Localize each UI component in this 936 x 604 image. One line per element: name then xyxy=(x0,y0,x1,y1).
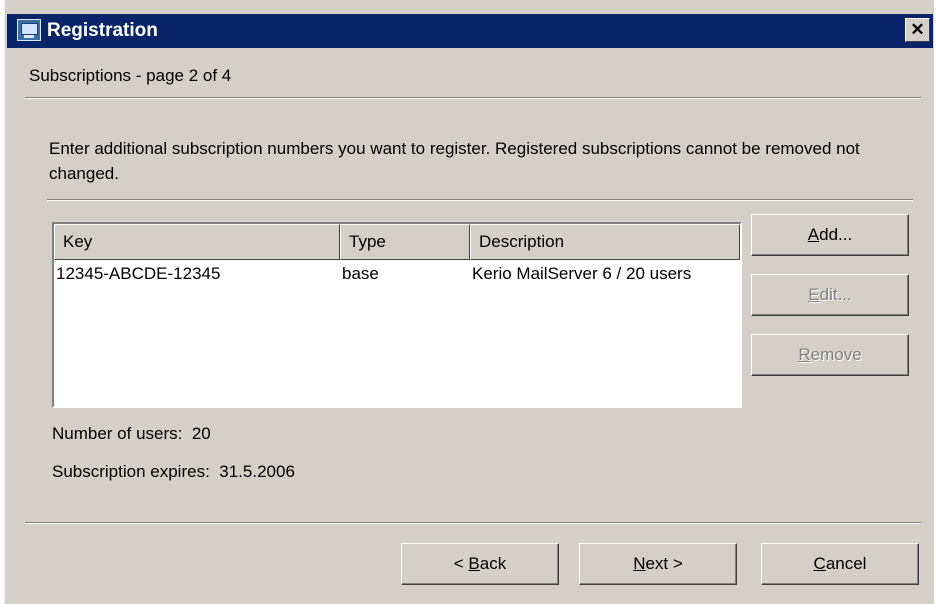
page-title: Subscriptions - page 2 of 4 xyxy=(29,66,232,85)
registration-app-icon xyxy=(17,19,41,41)
instructions-separator xyxy=(47,199,913,201)
column-header-key[interactable]: Key xyxy=(54,224,340,260)
header-separator xyxy=(25,97,921,99)
subscriptions-list[interactable]: Key Type Description 12345-ABCDE-12345 b… xyxy=(52,222,742,408)
footer-separator xyxy=(25,522,921,524)
users-label: Number of users: xyxy=(52,424,183,443)
cell-description: Kerio MailServer 6 / 20 users xyxy=(472,264,692,283)
subscription-expires: Subscription expires: 31.5.2006 xyxy=(52,462,295,482)
window-title: Registration xyxy=(47,20,158,41)
table-row[interactable]: 12345-ABCDE-12345 base Kerio MailServer … xyxy=(54,262,740,290)
users-value: 20 xyxy=(191,424,211,443)
column-header-description[interactable]: Description xyxy=(470,224,740,260)
number-of-users: Number of users: 20 xyxy=(52,424,211,444)
back-button[interactable]: < Back xyxy=(401,543,559,585)
cell-type: base xyxy=(342,264,379,283)
cell-key: 12345-ABCDE-12345 xyxy=(56,264,221,283)
remove-button[interactable]: Remove xyxy=(751,334,909,376)
expires-label: Subscription expires: xyxy=(52,462,210,481)
close-icon[interactable]: ✕ xyxy=(905,18,930,42)
edit-button[interactable]: Edit... xyxy=(751,274,909,316)
registration-dialog: Registration ✕ Subscriptions - page 2 of… xyxy=(4,0,934,604)
column-header-type[interactable]: Type xyxy=(340,224,470,260)
title-bar[interactable]: Registration ✕ xyxy=(7,14,933,48)
cancel-button[interactable]: Cancel xyxy=(761,543,919,585)
instructions-text: Enter additional subscription numbers yo… xyxy=(49,139,860,183)
add-button[interactable]: Add... xyxy=(751,214,909,256)
expires-value: 31.5.2006 xyxy=(219,462,295,481)
next-button[interactable]: Next > xyxy=(579,543,737,585)
